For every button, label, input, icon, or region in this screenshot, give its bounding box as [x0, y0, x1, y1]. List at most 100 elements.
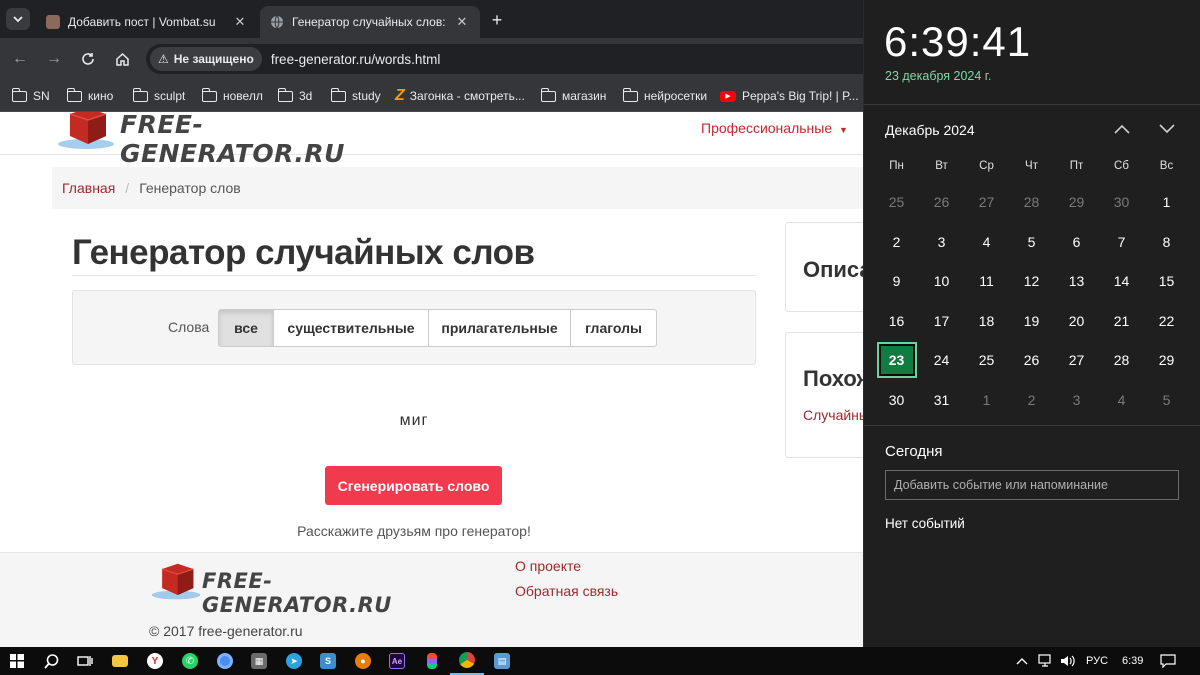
bookmark-folder-neiroseti[interactable]: нейросетки	[622, 87, 707, 105]
calendar-day[interactable]: 1	[964, 381, 1009, 419]
close-icon[interactable]: ✕	[454, 14, 470, 30]
calendar-day[interactable]: 28	[1099, 341, 1144, 379]
calendar-day[interactable]: 13	[1054, 262, 1099, 300]
taskbar-app[interactable]	[103, 647, 137, 675]
calendar-day[interactable]: 25	[964, 341, 1009, 379]
similar-link[interactable]: Случайны	[803, 407, 863, 423]
calendar-day[interactable]: 31	[919, 381, 964, 419]
calendar-day[interactable]: 8	[1144, 223, 1189, 261]
calendar-day[interactable]: 4	[1099, 381, 1144, 419]
filter-all-button[interactable]: все	[218, 309, 274, 347]
calendar-day[interactable]: 5	[1144, 381, 1189, 419]
calendar-day[interactable]: 29	[1054, 183, 1099, 221]
calendar-day[interactable]: 1	[1144, 183, 1189, 221]
calendar-day[interactable]: 6	[1054, 223, 1099, 261]
search-button[interactable]	[34, 647, 68, 675]
calendar-day[interactable]: 5	[1009, 223, 1054, 261]
taskbar-clock[interactable]: 6:39	[1122, 647, 1143, 675]
calendar-day[interactable]: 22	[1144, 302, 1189, 340]
calendar-day[interactable]: 30	[1099, 183, 1144, 221]
bookmark-folder-novell[interactable]: новелл	[201, 87, 263, 105]
bookmark-zagonka[interactable]: Z Загонка - смотреть...	[395, 87, 525, 105]
calendar-day[interactable]: 24	[919, 341, 964, 379]
calendar-day[interactable]: 3	[919, 223, 964, 261]
calendar-day[interactable]: 7	[1099, 223, 1144, 261]
back-arrow-icon[interactable]: ←	[9, 48, 31, 70]
forward-arrow-icon[interactable]: →	[43, 48, 65, 70]
volume-control[interactable]	[1060, 647, 1076, 675]
calendar-day[interactable]: 9	[874, 262, 919, 300]
home-icon[interactable]	[111, 48, 133, 70]
bookmark-peppa[interactable]: ▶ Peppa's Big Trip! | P...	[720, 87, 859, 105]
calendar-day[interactable]: 21	[1099, 302, 1144, 340]
calendar-day[interactable]: 17	[919, 302, 964, 340]
tab-search-button[interactable]	[6, 8, 30, 30]
calendar-day[interactable]: 27	[1054, 341, 1099, 379]
feedback-link[interactable]: Обратная связь	[515, 583, 618, 599]
breadcrumb-home[interactable]: Главная	[62, 180, 115, 196]
about-link[interactable]: О проекте	[515, 558, 581, 574]
taskbar-app[interactable]: S	[311, 647, 345, 675]
calendar-day[interactable]: 30	[874, 381, 919, 419]
taskbar-app[interactable]: ▤	[485, 647, 519, 675]
calendar-day[interactable]: 10	[919, 262, 964, 300]
calendar-day[interactable]: 26	[919, 183, 964, 221]
taskbar-app[interactable]: ●	[346, 647, 380, 675]
calendar-day[interactable]: 27	[964, 183, 1009, 221]
filter-verbs-button[interactable]: глаголы	[570, 309, 657, 347]
calendar-day[interactable]: 2	[874, 223, 919, 261]
security-chip[interactable]: ⚠ Не защищено	[150, 47, 262, 71]
generate-word-button[interactable]: Сгенерировать слово	[325, 466, 502, 505]
taskbar-app[interactable]: Y	[138, 647, 172, 675]
bookmark-folder-sculpt[interactable]: sculpt	[132, 87, 185, 105]
taskbar-app[interactable]: ✆	[173, 647, 207, 675]
tab-generator[interactable]: Генератор случайных слов: су ✕	[260, 6, 480, 38]
calendar-day-today[interactable]: 23	[874, 341, 919, 379]
calendar-day[interactable]: 16	[874, 302, 919, 340]
flyout-date[interactable]: 23 декабря 2024 г.	[885, 69, 991, 83]
new-tab-button[interactable]: +	[486, 9, 508, 31]
filter-adjectives-button[interactable]: прилагательные	[428, 309, 571, 347]
notifications-button[interactable]	[1160, 647, 1176, 675]
bookmark-folder-study[interactable]: study	[330, 87, 381, 105]
chevron-down-icon[interactable]	[1155, 118, 1179, 140]
footer-logo[interactable]: FREE-GENERATOR.RU	[150, 561, 391, 617]
professional-menu[interactable]: Профессиональные ▼	[701, 120, 848, 136]
calendar-day[interactable]: 3	[1054, 381, 1099, 419]
address-bar[interactable]: ⚠ Не защищено free-generator.ru/words.ht…	[146, 44, 863, 74]
calendar-day[interactable]: 2	[1009, 381, 1054, 419]
bookmark-folder-3d[interactable]: 3d	[277, 87, 312, 105]
calendar-day[interactable]: 12	[1009, 262, 1054, 300]
bookmark-folder-magazin[interactable]: магазин	[540, 87, 606, 105]
calendar-day[interactable]: 4	[964, 223, 1009, 261]
windows-start-button[interactable]	[0, 647, 34, 675]
add-event-input[interactable]: Добавить событие или напоминание	[885, 470, 1179, 500]
calendar-day[interactable]: 20	[1054, 302, 1099, 340]
reload-icon[interactable]	[77, 48, 99, 70]
close-icon[interactable]: ✕	[232, 14, 248, 30]
calendar-day[interactable]: 18	[964, 302, 1009, 340]
month-label[interactable]: Декабрь 2024	[885, 122, 975, 138]
calendar-day[interactable]: 28	[1009, 183, 1054, 221]
bookmark-folder-sn[interactable]: SN	[11, 87, 50, 105]
taskbar-app[interactable]: ➤	[277, 647, 311, 675]
taskbar-app[interactable]: ▦	[242, 647, 276, 675]
show-hidden-icons-button[interactable]	[1016, 647, 1028, 675]
calendar-day[interactable]: 29	[1144, 341, 1189, 379]
calendar-day[interactable]: 26	[1009, 341, 1054, 379]
url-text[interactable]: free-generator.ru/words.html	[271, 52, 441, 67]
taskbar-app[interactable]: Ae	[380, 647, 414, 675]
calendar-day[interactable]: 19	[1009, 302, 1054, 340]
taskbar-app[interactable]	[208, 647, 242, 675]
calendar-day[interactable]: 25	[874, 183, 919, 221]
chevron-up-icon[interactable]	[1110, 118, 1134, 140]
filter-nouns-button[interactable]: существительные	[273, 309, 429, 347]
bookmark-folder-kino[interactable]: кино	[66, 87, 113, 105]
calendar-day[interactable]: 11	[964, 262, 1009, 300]
task-view-button[interactable]	[68, 647, 102, 675]
language-indicator[interactable]: РУС	[1086, 647, 1108, 675]
taskbar-app[interactable]	[450, 647, 484, 675]
calendar-day[interactable]: 14	[1099, 262, 1144, 300]
tab-vombat[interactable]: Добавить пост | Vombat.su ✕	[36, 6, 258, 38]
network-status[interactable]	[1038, 647, 1054, 675]
